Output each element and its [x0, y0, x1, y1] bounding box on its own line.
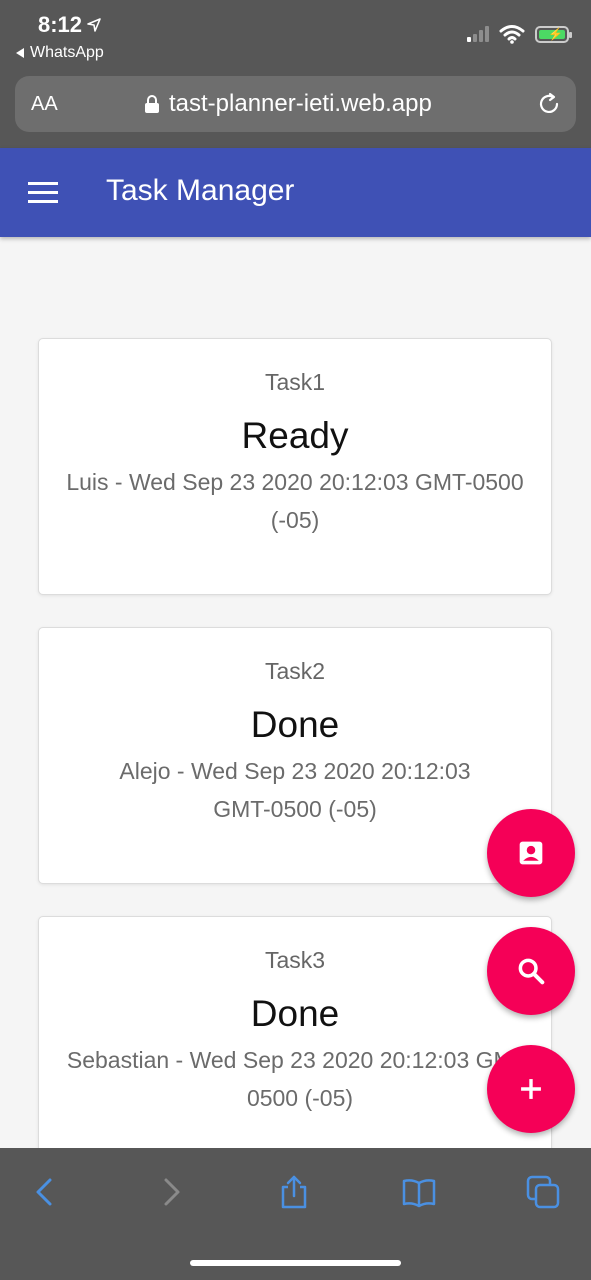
contact-icon: [519, 841, 543, 865]
menu-icon[interactable]: [28, 182, 58, 204]
cellular-signal-icon: [467, 26, 489, 42]
address-bar[interactable]: AA tast-planner-ieti.web.app: [15, 76, 576, 132]
task-meta: Sebastian - Wed Sep 23 2020 20:12:03 GMT…: [66, 1047, 534, 1111]
app-bar: [0, 148, 591, 237]
task-status: Done: [250, 993, 340, 1034]
back-triangle-icon: [16, 48, 24, 58]
text-size-label: AA: [31, 92, 58, 115]
contact-fab-button[interactable]: [487, 809, 575, 897]
back-button[interactable]: [24, 1170, 68, 1214]
browser-toolbar: [0, 1148, 591, 1280]
back-app-label: WhatsApp: [30, 44, 104, 61]
url-text: tast-planner-ieti.web.app: [169, 90, 432, 117]
task-status: Ready: [241, 415, 349, 456]
url-display[interactable]: tast-planner-ieti.web.app: [145, 90, 432, 118]
browser-top-chrome: 8:12 WhatsApp ⚡ AA tast-planner-ieti.web…: [0, 0, 591, 148]
forward-button[interactable]: [148, 1170, 192, 1214]
bookmarks-button[interactable]: [397, 1170, 441, 1214]
reload-icon[interactable]: [536, 91, 562, 117]
task-card[interactable]: Task3 Done Sebastian - Wed Sep 23 2020 2…: [38, 916, 552, 1156]
tabs-icon: [526, 1175, 560, 1209]
search-icon: [518, 958, 545, 985]
share-button[interactable]: [272, 1170, 316, 1214]
share-icon: [281, 1175, 307, 1209]
task-card[interactable]: Task1 Ready Luis - Wed Sep 23 2020 20:12…: [38, 338, 552, 595]
task-name: Task3: [264, 947, 326, 973]
back-to-app-link[interactable]: WhatsApp: [16, 44, 104, 62]
wifi-icon: [499, 25, 525, 44]
task-status: Done: [250, 704, 340, 745]
add-task-fab-button[interactable]: [487, 1045, 575, 1133]
location-arrow-icon: [87, 18, 101, 32]
task-meta: Alejo - Wed Sep 23 2020 20:12:03 GMT-050…: [119, 758, 471, 822]
status-time-text: 8:12: [38, 12, 83, 37]
chevron-left-icon: [36, 1178, 52, 1206]
tabs-button[interactable]: [521, 1170, 565, 1214]
add-icon: [521, 1079, 541, 1099]
status-time: 8:12: [38, 12, 102, 38]
task-name: Task2: [264, 658, 326, 684]
page-title: Task Manager: [106, 174, 295, 207]
chevron-right-icon: [164, 1178, 180, 1206]
book-icon: [402, 1179, 436, 1208]
text-size-button[interactable]: AA: [31, 93, 58, 116]
search-fab-button[interactable]: [487, 927, 575, 1015]
task-meta: Luis - Wed Sep 23 2020 20:12:03 GMT-0500…: [66, 469, 524, 533]
lock-icon: [145, 95, 159, 113]
battery-icon: ⚡: [535, 25, 572, 43]
task-name: Task1: [264, 369, 326, 395]
status-icons: ⚡: [467, 24, 572, 44]
task-card[interactable]: Task2 Done Alejo - Wed Sep 23 2020 20:12…: [38, 627, 552, 884]
home-indicator: [190, 1260, 401, 1266]
